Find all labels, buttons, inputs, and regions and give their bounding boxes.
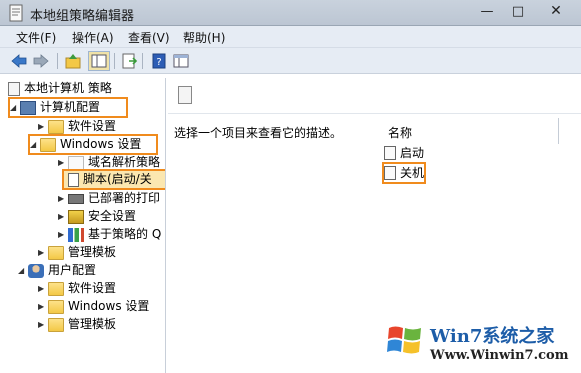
export-list-icon[interactable]	[120, 52, 138, 70]
list-item-startup[interactable]: 启动	[384, 144, 424, 162]
tree-item-policy-qos[interactable]: ▶ 基于策略的 Q	[58, 226, 161, 243]
tree-item-security-settings[interactable]: ▶ 安全设置	[58, 208, 136, 225]
show-hide-tree-icon[interactable]	[88, 51, 110, 71]
menu-bar: 文件(F) 操作(A) 查看(V) 帮助(H)	[0, 26, 581, 48]
column-divider[interactable]	[558, 118, 559, 144]
tree-item-label: Windows 设置	[60, 137, 142, 151]
tree-item-label: 管理模板	[68, 317, 117, 331]
list-item-label: 关机	[400, 166, 425, 180]
collapsed-arrow-icon[interactable]: ▶	[38, 118, 48, 135]
tree-item-label: 脚本(启动/关	[83, 172, 152, 186]
watermark: Win7系统之家 Www.Winwin7.com	[385, 320, 581, 373]
menu-file[interactable]: 文件(F)	[16, 29, 56, 46]
tree-item-root[interactable]: 本地计算机 策略	[8, 80, 112, 97]
console-tree-icon[interactable]	[172, 52, 190, 70]
toolbar-separator	[57, 53, 58, 69]
toolbar: ?	[0, 48, 581, 74]
up-folder-icon[interactable]	[64, 52, 82, 70]
chart-bars-icon	[68, 228, 84, 242]
expanded-arrow-icon[interactable]: ◢	[10, 99, 20, 116]
collapsed-arrow-icon[interactable]: ▶	[58, 154, 68, 171]
script-icon	[384, 166, 396, 180]
tree-item-windows-settings[interactable]: ◢ Windows 设置	[28, 134, 158, 155]
user-icon	[28, 264, 44, 278]
tree-item-label: 计算机配置	[40, 100, 101, 114]
list-item-shutdown[interactable]: 关机	[381, 162, 427, 184]
title-bar: 本地组策略编辑器 — □ ✕	[0, 0, 581, 26]
tree-item-label: 基于策略的 Q	[88, 227, 162, 241]
collapsed-arrow-icon[interactable]: ▶	[58, 226, 68, 243]
tree-item-computer-config[interactable]: ◢ 计算机配置	[8, 97, 128, 118]
collapsed-arrow-icon[interactable]: ▶	[38, 280, 48, 297]
computer-icon	[20, 101, 36, 115]
tree-item-label: 安全设置	[88, 209, 137, 223]
list-item-label: 启动	[400, 146, 425, 160]
policy-editor-icon	[9, 4, 23, 22]
folder-icon	[40, 138, 56, 152]
tree-item-label: Windows 设置	[68, 299, 150, 313]
tree-item-label: 用户配置	[48, 263, 97, 277]
maximize-button[interactable]: □	[507, 4, 529, 21]
tree-item-label: 已部署的打印	[88, 191, 161, 205]
collapsed-arrow-icon[interactable]: ▶	[58, 208, 68, 225]
collapsed-arrow-icon[interactable]: ▶	[38, 298, 48, 315]
toolbar-separator	[114, 53, 115, 69]
expanded-arrow-icon[interactable]: ◢	[30, 136, 40, 153]
collapsed-arrow-icon[interactable]: ▶	[38, 244, 48, 261]
tree-item-dns-policy[interactable]: ▶ 域名解析策略	[58, 154, 160, 171]
window-title: 本地组策略编辑器	[30, 9, 135, 24]
back-icon[interactable]	[10, 52, 28, 70]
minimize-button[interactable]: —	[476, 4, 498, 21]
policy-doc-icon	[8, 82, 20, 96]
menu-view[interactable]: 查看(V)	[128, 29, 170, 46]
folder-icon	[68, 156, 84, 170]
help-icon[interactable]: ?	[150, 52, 168, 70]
expanded-arrow-icon[interactable]: ◢	[18, 262, 28, 279]
svg-text:?: ?	[156, 57, 161, 68]
script-icon	[384, 146, 396, 160]
details-header	[168, 78, 581, 114]
tree-item-admin-templates[interactable]: ▶ 管理模板	[38, 244, 116, 261]
forward-icon[interactable]	[32, 52, 50, 70]
tree-item-user-software-settings[interactable]: ▶ 软件设置	[38, 280, 116, 297]
menu-help[interactable]: 帮助(H)	[183, 29, 225, 46]
tree-item-user-windows-settings[interactable]: ▶ Windows 设置	[38, 298, 149, 315]
tree-item-user-admin-templates[interactable]: ▶ 管理模板	[38, 316, 116, 333]
collapsed-arrow-icon[interactable]: ▶	[38, 316, 48, 333]
menu-action[interactable]: 操作(A)	[72, 29, 114, 46]
tree-item-label: 本地计算机 策略	[24, 81, 112, 95]
folder-icon	[48, 246, 64, 260]
tree-item-label: 软件设置	[68, 281, 117, 295]
folder-icon	[48, 300, 64, 314]
tree-item-user-config[interactable]: ◢ 用户配置	[18, 262, 96, 279]
column-header-name[interactable]: 名称	[388, 124, 412, 141]
printer-icon	[68, 194, 84, 204]
watermark-title: Win7系统之家	[430, 326, 555, 347]
description-text: 选择一个项目来查看它的描述。	[174, 126, 343, 140]
tree-item-label: 管理模板	[68, 245, 117, 259]
collapsed-arrow-icon[interactable]: ▶	[58, 190, 68, 207]
security-icon	[68, 210, 84, 224]
tree-item-label: 域名解析策略	[88, 155, 161, 169]
tree-item-label: 软件设置	[68, 119, 117, 133]
windows-logo-icon	[387, 326, 421, 354]
folder-icon	[48, 318, 64, 332]
script-icon	[178, 86, 192, 104]
folder-icon	[48, 120, 64, 134]
close-button[interactable]: ✕	[538, 4, 574, 21]
script-icon	[68, 173, 79, 187]
folder-icon	[48, 282, 64, 296]
console-tree: 本地计算机 策略 ◢ 计算机配置 ▶ 软件设置 ◢ Windows 设置 ▶ 域名解析策…	[4, 78, 166, 373]
toolbar-separator	[142, 53, 143, 69]
watermark-url: Www.Winwin7.com	[430, 348, 569, 363]
tree-item-scripts[interactable]: 脚本(启动/关	[62, 169, 165, 190]
tree-item-deployed-printers[interactable]: ▶ 已部署的打印	[58, 190, 160, 207]
tree-item-software-settings[interactable]: ▶ 软件设置	[38, 118, 116, 135]
